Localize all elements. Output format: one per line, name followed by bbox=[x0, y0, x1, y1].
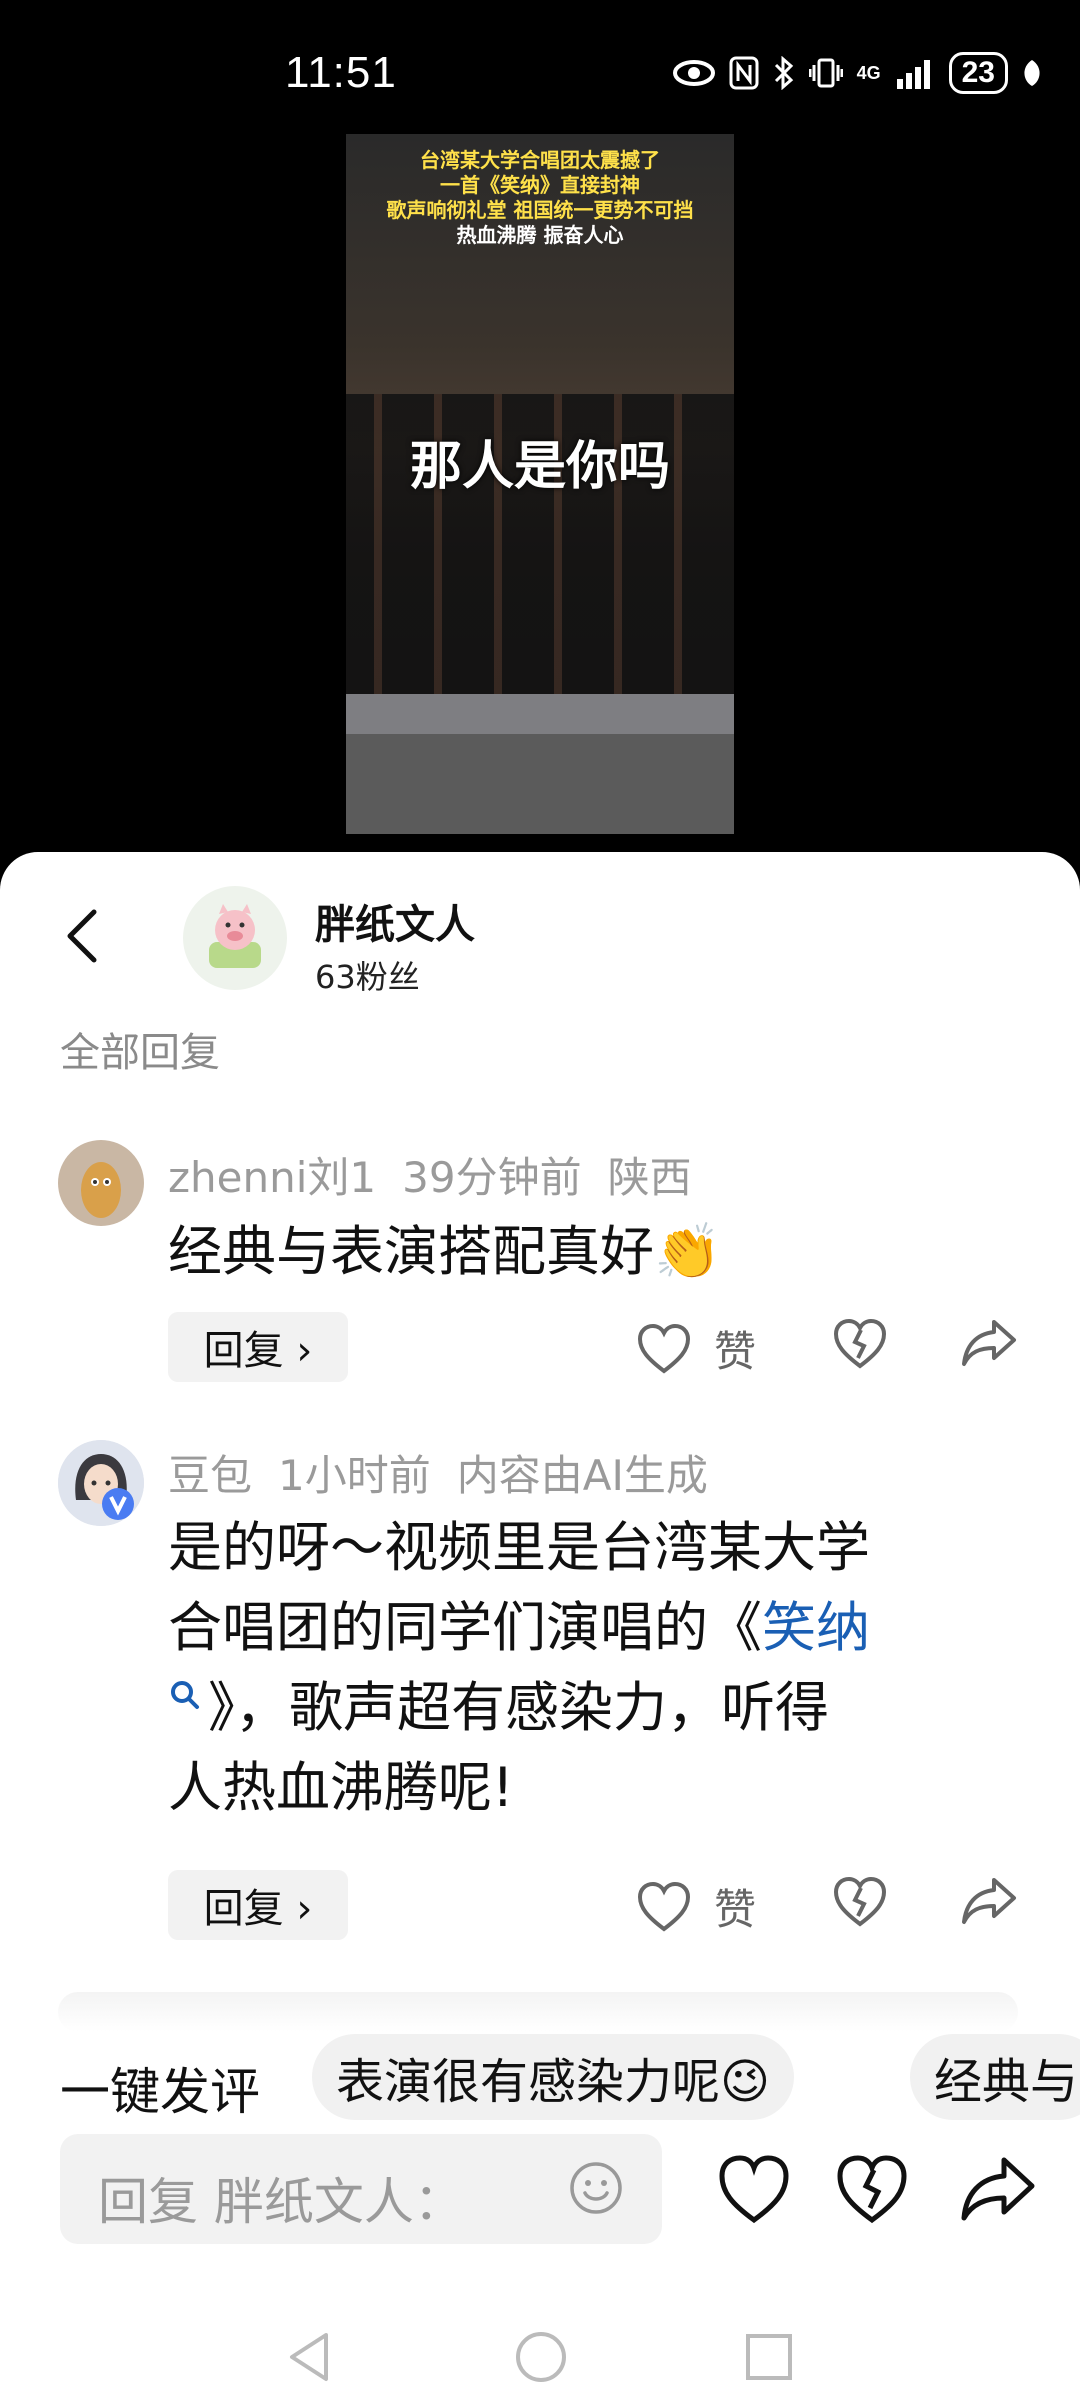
comment-username[interactable]: zhenni刘1 bbox=[168, 1153, 376, 1202]
vibrate-icon bbox=[808, 58, 843, 88]
like-button[interactable]: 赞 bbox=[636, 1318, 756, 1379]
cartoon-avatar-icon bbox=[58, 1140, 144, 1226]
comment-text-segment: 》，歌声超有感染力，听得 bbox=[208, 1676, 829, 1739]
reply-button[interactable]: 回复 › bbox=[168, 1870, 348, 1940]
circle-home-icon bbox=[516, 2332, 566, 2382]
author-name[interactable]: 胖纸文人 bbox=[315, 892, 475, 950]
comment-meta: zhenni刘1 39分钟前 陕西 bbox=[168, 1144, 718, 1205]
video-player[interactable]: 台湾某大学合唱团太震撼了 一首《笑纳》直接封神 歌声响彻礼堂 祖国统一更势不可挡… bbox=[346, 134, 734, 834]
heart-icon bbox=[637, 1323, 691, 1374]
status-icons: 4G 23 bbox=[672, 52, 1042, 94]
back-button[interactable] bbox=[52, 896, 112, 976]
video-caption-1: 台湾某大学合唱团太震撼了 bbox=[420, 148, 660, 172]
bluetooth-icon bbox=[774, 56, 793, 90]
battery-level: 23 bbox=[948, 52, 1008, 94]
share-arrow-icon[interactable] bbox=[958, 2150, 1038, 2230]
dislike-button[interactable] bbox=[832, 1318, 888, 1370]
comment-time: 39分钟前 bbox=[402, 1153, 582, 1202]
share-arrow-icon bbox=[962, 1320, 1016, 1366]
floor bbox=[346, 734, 734, 834]
broken-heart-icon bbox=[833, 1876, 887, 1927]
next-comment-fade bbox=[58, 1992, 1018, 2032]
nav-home-button[interactable] bbox=[506, 2322, 576, 2392]
comment-text-line: 合唱团的同学们演唱的《笑纳 bbox=[168, 1588, 1008, 1668]
signal-icon bbox=[896, 60, 930, 89]
reply-input-placeholder: 回复 胖纸文人： bbox=[98, 2173, 464, 2231]
quick-comment-chip[interactable]: 经典与 bbox=[910, 2034, 1080, 2120]
comment-text-segment: 合唱团的同学们演唱的《 bbox=[168, 1596, 762, 1659]
like-label: 赞 bbox=[714, 1327, 757, 1376]
smiley-icon[interactable] bbox=[568, 2160, 624, 2216]
pig-avatar-icon bbox=[209, 904, 261, 968]
video-caption-3: 歌声响彻礼堂 祖国统一更势不可挡 bbox=[386, 198, 694, 222]
ai-generated-note: 内容由AI生成 bbox=[456, 1451, 708, 1500]
broken-heart-icon bbox=[833, 1318, 887, 1369]
reply-button[interactable]: 回复 › bbox=[168, 1312, 348, 1382]
back-arrow-icon bbox=[67, 909, 97, 963]
nfc-icon bbox=[729, 56, 759, 90]
comment-text-line: 》，歌声超有感染力，听得 bbox=[168, 1668, 1008, 1748]
search-link[interactable]: 笑纳 bbox=[762, 1596, 870, 1659]
share-arrow-icon bbox=[962, 1878, 1016, 1924]
comment-text: 是的呀～视频里是台湾某大学 合唱团的同学们演唱的《笑纳 》，歌声超有感染力，听得… bbox=[168, 1508, 1008, 1828]
broken-heart-icon[interactable] bbox=[832, 2150, 912, 2230]
video-overlay-text: 那人是你吗 bbox=[409, 436, 670, 497]
comment-time: 1小时前 bbox=[278, 1451, 431, 1500]
video-caption-2: 一首《笑纳》直接封神 bbox=[440, 173, 640, 197]
user-avatar[interactable] bbox=[58, 1140, 144, 1226]
quick-comment-label: 一键发评 bbox=[60, 2063, 260, 2121]
heart-icon[interactable] bbox=[714, 2150, 794, 2230]
heart-icon bbox=[637, 1881, 691, 1932]
dislike-button[interactable] bbox=[832, 1876, 888, 1928]
status-time: 11:51 bbox=[285, 48, 397, 97]
comments-sheet: 胖纸文人 63粉丝 全部回复 zhenni刘1 39分钟前 陕西 经典与表演搭配真好… bbox=[0, 852, 1080, 2400]
triangle-back-icon bbox=[290, 2333, 328, 2381]
eye-icon bbox=[672, 60, 715, 86]
comment-text-line: 是的呀～视频里是台湾某大学 bbox=[168, 1516, 870, 1579]
section-title: 全部回复 bbox=[60, 1030, 220, 1076]
system-nav-bar bbox=[0, 2310, 1080, 2400]
like-label: 赞 bbox=[714, 1885, 757, 1934]
comment-meta: 豆包 1小时前 内容由AI生成 bbox=[168, 1442, 734, 1503]
share-button[interactable] bbox=[960, 1318, 1018, 1368]
network-type: 4G bbox=[856, 63, 881, 83]
ai-avatar-icon bbox=[58, 1440, 144, 1526]
video-caption-4: 热血沸腾 振奋人心 bbox=[456, 223, 624, 247]
like-button[interactable]: 赞 bbox=[636, 1876, 756, 1937]
comment-username[interactable]: 豆包 bbox=[168, 1451, 252, 1500]
author-avatar[interactable] bbox=[183, 886, 287, 990]
nav-recents-button[interactable] bbox=[734, 2322, 804, 2392]
quick-comment-bar: 一键发评 表演很有感染力呢😉 经典与 bbox=[0, 2034, 1080, 2130]
leaf-icon bbox=[1024, 60, 1040, 86]
comment-text-line: 人热血沸腾呢! bbox=[168, 1756, 514, 1819]
square-recents-icon bbox=[746, 2334, 792, 2380]
author-fans-count: 63粉丝 bbox=[315, 958, 420, 996]
share-button[interactable] bbox=[960, 1876, 1018, 1926]
comment-text: 经典与表演搭配真好👏 bbox=[168, 1220, 722, 1283]
user-avatar[interactable] bbox=[58, 1440, 144, 1526]
stage bbox=[346, 694, 734, 734]
reply-input[interactable]: 回复 胖纸文人： bbox=[60, 2134, 662, 2244]
nav-back-button[interactable] bbox=[274, 2322, 344, 2392]
comment-location: 陕西 bbox=[607, 1153, 692, 1202]
search-icon[interactable] bbox=[168, 1676, 208, 1726]
quick-comment-chip[interactable]: 表演很有感染力呢😉 bbox=[312, 2034, 795, 2120]
